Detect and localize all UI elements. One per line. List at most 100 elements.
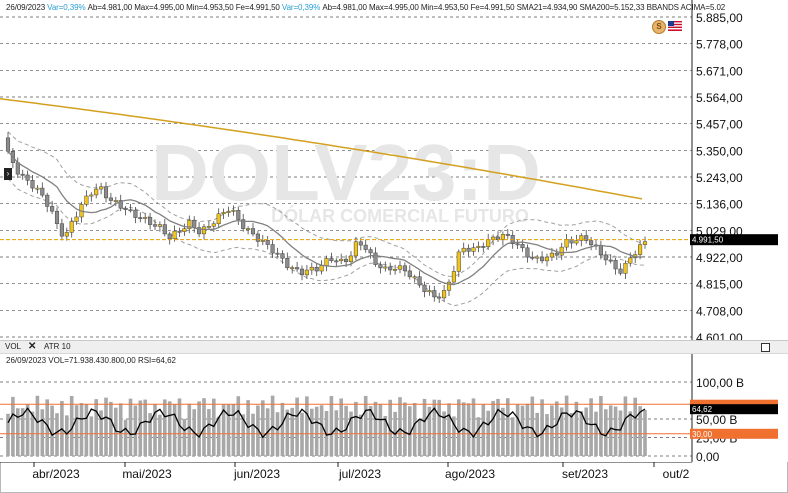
volume-bar xyxy=(643,410,647,456)
candle-body xyxy=(358,241,363,246)
candle-body xyxy=(393,269,398,271)
close-icon[interactable]: ✕ xyxy=(28,341,36,352)
candle-body xyxy=(334,260,339,263)
candle-body xyxy=(642,241,648,245)
volume-bar xyxy=(16,408,20,456)
price-tick-label: 5.778,00 xyxy=(696,38,743,52)
volume-bar xyxy=(25,404,30,456)
price-tick-label: 4.708,00 xyxy=(696,304,743,318)
candle-body xyxy=(216,213,221,225)
price-tick-label: 5.457,00 xyxy=(696,118,743,132)
vol-tick-label: 50,00 B xyxy=(696,413,737,427)
volume-bar xyxy=(231,404,236,456)
candle-body xyxy=(319,265,324,272)
candle-body xyxy=(363,244,368,250)
candle-body xyxy=(108,197,113,201)
price-tick-label: 4.922,00 xyxy=(696,251,743,265)
candle-body xyxy=(598,245,603,256)
candle-body xyxy=(324,258,329,266)
time-tick-label: mai/2023 xyxy=(122,467,172,481)
volume-bar xyxy=(422,398,427,456)
volume-bar xyxy=(496,398,500,456)
volume-bar xyxy=(569,412,574,456)
volume-bar xyxy=(613,406,618,456)
watermark-name: DÓLAR COMERCIAL FUTURO xyxy=(271,205,529,226)
candle-body xyxy=(417,276,422,286)
volume-bar xyxy=(417,419,422,456)
candle-body xyxy=(94,188,99,196)
candle-body xyxy=(280,253,285,259)
volume-bar xyxy=(74,405,79,456)
candle-body xyxy=(559,246,564,256)
candle-body xyxy=(221,212,226,215)
volume-bar xyxy=(599,395,603,456)
volume-bar xyxy=(109,401,113,456)
candle-body xyxy=(35,187,40,190)
candle-body xyxy=(143,217,148,219)
volume-bar xyxy=(471,398,476,456)
vol-tick-label: 0,00 xyxy=(696,450,720,462)
candle-body xyxy=(500,234,505,241)
volume-bar xyxy=(515,404,520,456)
volume-bar xyxy=(89,416,94,456)
candle-body xyxy=(172,230,177,240)
candle-body xyxy=(461,247,466,253)
candle-body xyxy=(544,256,550,262)
candle-body xyxy=(255,233,260,242)
volume-bar xyxy=(604,409,608,456)
candle-body xyxy=(260,240,265,242)
time-tick-label: jun/2023 xyxy=(233,467,280,481)
volume-bar xyxy=(226,404,231,456)
candle-body xyxy=(89,194,94,197)
us-flag-icon[interactable] xyxy=(668,21,682,31)
volume-bar xyxy=(79,403,84,456)
candle-body xyxy=(348,255,354,263)
candle-body xyxy=(275,252,280,255)
candle-body xyxy=(231,210,236,212)
volume-bar xyxy=(403,402,407,456)
volume-bar xyxy=(589,398,593,456)
maximize-icon[interactable] xyxy=(761,343,770,352)
candle-body xyxy=(549,252,554,258)
candle-body xyxy=(466,247,471,252)
s-coin-icon[interactable]: S xyxy=(652,20,666,34)
volume-bar xyxy=(329,396,334,456)
candle-body xyxy=(45,194,50,207)
candle-body xyxy=(540,256,545,262)
tab-atr[interactable]: ATR 10 xyxy=(44,342,71,351)
candle-body xyxy=(554,252,559,256)
candle-body xyxy=(84,195,89,205)
time-tick-label: abr/2023 xyxy=(32,467,80,481)
candle-body xyxy=(623,262,628,274)
volume-bar xyxy=(158,414,162,456)
volume-bar xyxy=(65,415,69,456)
volume-bar xyxy=(378,403,383,456)
volume-bar xyxy=(94,399,98,456)
volume-bar xyxy=(633,397,637,456)
candle-body xyxy=(50,206,55,212)
volume-bar xyxy=(50,405,54,456)
candle-body xyxy=(295,267,300,270)
candle-body xyxy=(246,228,251,230)
volume-rsi-chart[interactable]: 100,00 B50,00 B25,00 B0,00 64,62 30,00 xyxy=(0,354,788,462)
candle-body xyxy=(182,228,187,232)
volume-bar xyxy=(354,401,358,456)
candle-body xyxy=(520,244,525,249)
tab-vol[interactable]: VOL xyxy=(5,342,21,351)
candle-body xyxy=(486,239,491,248)
candle-body xyxy=(74,216,79,222)
candle-body xyxy=(589,240,594,246)
candle-body xyxy=(476,246,481,248)
price-chart[interactable]: DOLV23:D DÓLAR COMERCIAL FUTURO 5.885,00… xyxy=(0,0,788,340)
candle-body xyxy=(54,210,60,224)
candle-body xyxy=(103,186,109,199)
volume-bar xyxy=(280,402,285,456)
candle-body xyxy=(123,207,128,210)
volume-bar xyxy=(300,412,304,456)
watermark-symbol: DOLV23:D xyxy=(151,128,541,217)
rsi-current-label: 64,62 xyxy=(692,405,713,414)
expand-panel-arrow-icon[interactable]: › xyxy=(4,168,12,180)
candle-body xyxy=(525,247,530,258)
candle-body xyxy=(177,230,182,233)
volume-bar xyxy=(187,403,192,456)
